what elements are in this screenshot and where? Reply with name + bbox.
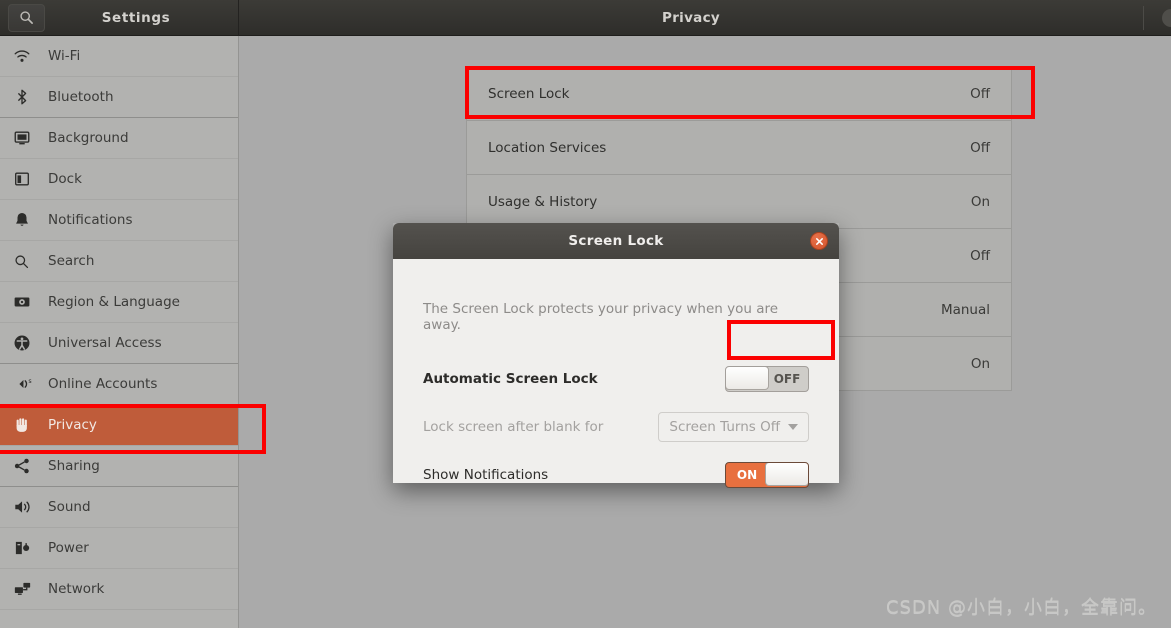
dock-icon — [13, 169, 39, 189]
show-notifications-row: Show Notifications ON — [423, 451, 809, 499]
sidebar-item-region-language[interactable]: Region & Language — [0, 282, 238, 323]
sidebar-item-label: Universal Access — [48, 335, 162, 351]
toggle-knob — [726, 367, 769, 390]
privacy-row-value: On — [970, 355, 990, 372]
universal-access-icon — [13, 333, 39, 353]
sidebar-item-label: Sharing — [48, 458, 100, 474]
sidebar-item-label: Sound — [48, 499, 91, 515]
privacy-row-value: Off — [970, 85, 990, 102]
watermark: CSDN @小白，小白，全靠问。 — [885, 597, 1157, 618]
privacy-row-value: Manual — [940, 301, 990, 318]
privacy-row-label: Screen Lock — [488, 85, 570, 102]
wifi-icon — [13, 46, 39, 66]
sidebar-item-online-accounts[interactable]: s Online Accounts — [0, 364, 238, 405]
privacy-row[interactable]: Location Services Off — [467, 121, 1011, 175]
show-notifications-label: Show Notifications — [423, 467, 549, 483]
sidebar-item-network[interactable]: Network — [0, 569, 238, 610]
sidebar-item-sharing[interactable]: Sharing — [0, 446, 238, 487]
privacy-row[interactable]: Screen Lock Off — [467, 67, 1011, 121]
sidebar[interactable]: Wi-Fi Bluetooth Background Dock Notification… — [0, 36, 239, 628]
bell-icon — [13, 210, 39, 230]
sidebar-item-sound[interactable]: Sound — [0, 487, 238, 528]
search-icon — [13, 251, 39, 271]
network-icon — [13, 579, 39, 599]
sidebar-item-label: Power — [48, 540, 89, 556]
background-icon — [13, 128, 39, 148]
sidebar-item-label: Bluetooth — [48, 89, 114, 105]
sidebar-item-dock[interactable]: Dock — [0, 159, 238, 200]
power-icon — [13, 538, 39, 558]
sharing-icon — [13, 456, 39, 476]
show-notifications-toggle[interactable]: ON — [725, 462, 809, 488]
privacy-row[interactable]: Usage & History On — [467, 175, 1011, 229]
dialog-body: The Screen Lock protects your privacy wh… — [393, 259, 839, 488]
automatic-screen-lock-label: Automatic Screen Lock — [423, 371, 598, 387]
dialog-title: Screen Lock — [568, 233, 664, 249]
privacy-row-value: Off — [970, 139, 990, 156]
sound-icon — [13, 497, 39, 517]
sidebar-item-label: Background — [48, 130, 129, 146]
privacy-hand-icon — [13, 415, 39, 435]
lock-after-blank-value: Screen Turns Off — [669, 419, 780, 435]
header-separator — [1143, 5, 1144, 30]
privacy-row-value: Off — [970, 247, 990, 264]
close-icon — [815, 237, 823, 245]
screen-lock-dialog: Screen Lock The Screen Lock protects you… — [393, 223, 839, 488]
sidebar-item-label: Online Accounts — [48, 376, 158, 392]
bluetooth-icon — [13, 87, 39, 107]
online-accounts-icon: s — [13, 374, 39, 394]
sidebar-item-label: Privacy — [48, 417, 97, 433]
automatic-screen-lock-toggle[interactable]: OFF — [725, 366, 809, 392]
sidebar-item-privacy[interactable]: Privacy — [0, 405, 238, 446]
sidebar-item-label: Network — [48, 581, 105, 597]
show-notifications-state: ON — [736, 468, 758, 482]
sidebar-item-search[interactable]: Search — [0, 241, 238, 282]
region-language-icon — [13, 292, 39, 312]
sidebar-item-wi-fi[interactable]: Wi-Fi — [0, 36, 238, 77]
search-icon — [19, 10, 34, 25]
svg-text:s: s — [28, 378, 31, 385]
page-title: Privacy — [662, 9, 720, 26]
window-close-button[interactable] — [1162, 8, 1171, 27]
sidebar-item-label: Wi-Fi — [48, 48, 81, 64]
dialog-title-bar: Screen Lock — [393, 223, 839, 259]
sidebar-item-background[interactable]: Background — [0, 118, 238, 159]
dialog-description: The Screen Lock protects your privacy wh… — [423, 301, 779, 333]
sidebar-item-bluetooth[interactable]: Bluetooth — [0, 77, 238, 118]
lock-after-blank-dropdown[interactable]: Screen Turns Off — [658, 412, 809, 442]
privacy-row-value: On — [970, 193, 990, 210]
sidebar-item-notifications[interactable]: Notifications — [0, 200, 238, 241]
lock-after-blank-row: Lock screen after blank for Screen Turns… — [423, 403, 809, 451]
settings-window: Settings Privacy Wi-Fi Bluetooth Backgroun… — [0, 0, 1171, 628]
sidebar-header: Settings — [0, 0, 239, 36]
sidebar-item-label: Search — [48, 253, 95, 269]
window-header-bar: Settings Privacy — [0, 0, 1171, 36]
sidebar-item-label: Dock — [48, 171, 82, 187]
dialog-close-button[interactable] — [810, 232, 828, 250]
sidebar-item-power[interactable]: Power — [0, 528, 238, 569]
automatic-screen-lock-row: Automatic Screen Lock OFF — [423, 355, 809, 403]
automatic-screen-lock-state: OFF — [773, 372, 801, 386]
sidebar-item-universal-access[interactable]: Universal Access — [0, 323, 238, 364]
privacy-row-label: Location Services — [488, 139, 607, 156]
sidebar-item-label: Notifications — [48, 212, 133, 228]
chevron-down-icon — [788, 424, 798, 430]
search-button[interactable] — [8, 3, 45, 32]
toggle-knob — [765, 463, 808, 486]
privacy-row-label: Usage & History — [488, 193, 598, 210]
lock-after-blank-label: Lock screen after blank for — [423, 419, 604, 435]
sidebar-item-label: Region & Language — [48, 294, 180, 310]
panel-header: Privacy — [239, 0, 1171, 36]
